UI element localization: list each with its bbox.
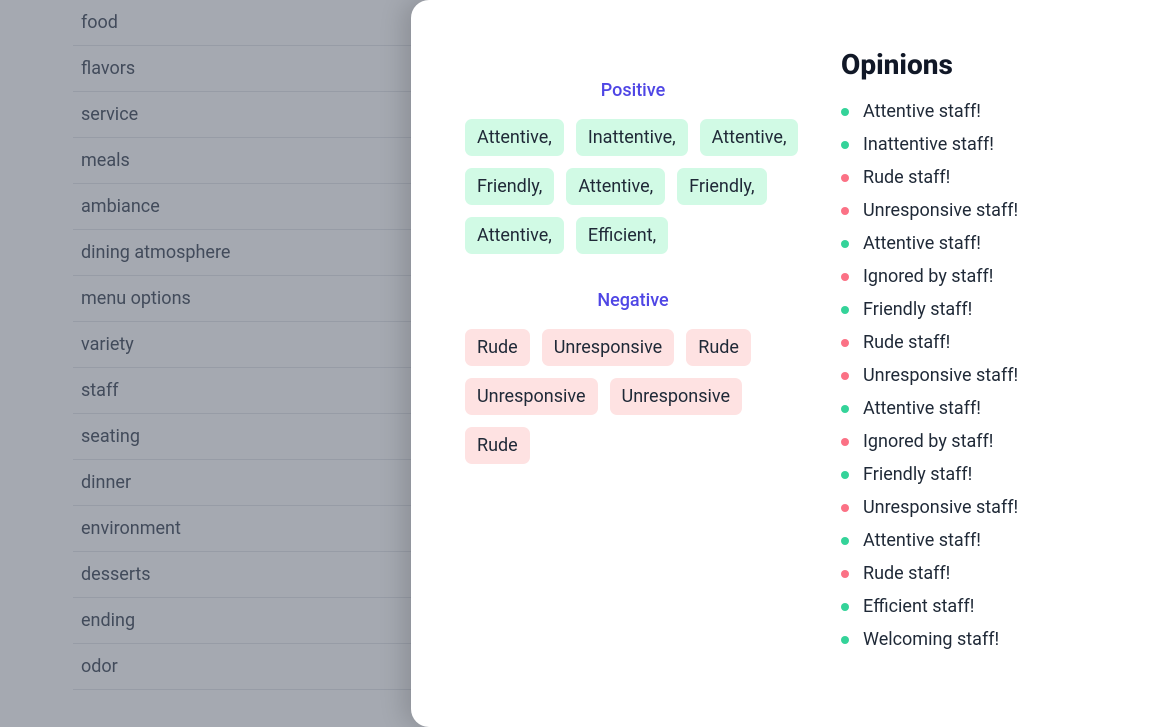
negative-dot-icon — [841, 372, 849, 380]
opinion-item[interactable]: Efficient staff! — [841, 596, 1121, 617]
opinion-item[interactable]: Friendly staff! — [841, 299, 1121, 320]
negative-tag[interactable]: Rude — [465, 329, 530, 366]
negative-dot-icon — [841, 174, 849, 182]
positive-dot-icon — [841, 405, 849, 413]
opinions-title: Opinions — [841, 48, 1121, 81]
opinion-item[interactable]: Unresponsive staff! — [841, 497, 1121, 518]
opinion-text: Attentive staff! — [863, 233, 981, 254]
negative-dot-icon — [841, 339, 849, 347]
positive-dot-icon — [841, 306, 849, 314]
negative-tag[interactable]: Unresponsive — [465, 378, 598, 415]
negative-section-title: Negative — [465, 290, 801, 311]
positive-tag[interactable]: Attentive, — [700, 119, 799, 156]
negative-dot-icon — [841, 570, 849, 578]
opinion-text: Attentive staff! — [863, 398, 981, 419]
positive-dot-icon — [841, 471, 849, 479]
negative-dot-icon — [841, 207, 849, 215]
positive-dot-icon — [841, 636, 849, 644]
negative-tag[interactable]: Rude — [465, 427, 530, 464]
opinion-text: Efficient staff! — [863, 596, 974, 617]
opinion-text: Unresponsive staff! — [863, 365, 1018, 386]
opinion-text: Friendly staff! — [863, 299, 972, 320]
negative-dot-icon — [841, 438, 849, 446]
opinion-item[interactable]: Welcoming staff! — [841, 629, 1121, 650]
opinion-text: Rude staff! — [863, 332, 950, 353]
opinion-text: Welcoming staff! — [863, 629, 999, 650]
negative-tags: Rude Unresponsive Rude Unresponsive Unrespon… — [465, 329, 801, 464]
opinions-list: Attentive staff! Inattentive staff! Rude s… — [841, 101, 1121, 650]
positive-tag[interactable]: Attentive, — [465, 119, 564, 156]
opinion-text: Rude staff! — [863, 563, 950, 584]
opinion-item[interactable]: Unresponsive staff! — [841, 200, 1121, 221]
opinion-text: Inattentive staff! — [863, 134, 994, 155]
positive-dot-icon — [841, 537, 849, 545]
positive-tags: Attentive, Inattentive, Attentive, Friendly… — [465, 119, 801, 254]
opinion-item[interactable]: Rude staff! — [841, 167, 1121, 188]
opinion-item[interactable]: Attentive staff! — [841, 530, 1121, 551]
positive-dot-icon — [841, 240, 849, 248]
positive-tag[interactable]: Efficient, — [576, 217, 668, 254]
opinion-text: Unresponsive staff! — [863, 200, 1018, 221]
opinion-text: Unresponsive staff! — [863, 497, 1018, 518]
detail-panel: Positive Attentive,Inattentive,Attentive… — [411, 0, 1169, 727]
opinion-item[interactable]: Attentive staff! — [841, 101, 1121, 122]
tags-area: Positive Attentive,Inattentive,Attentive… — [465, 32, 801, 695]
opinion-item[interactable]: Rude staff! — [841, 332, 1121, 353]
positive-section-title: Positive — [465, 80, 801, 101]
opinion-item[interactable]: Friendly staff! — [841, 464, 1121, 485]
positive-dot-icon — [841, 108, 849, 116]
negative-tag[interactable]: Rude — [686, 329, 751, 366]
positive-tag[interactable]: Friendly, — [677, 168, 766, 205]
opinion-item[interactable]: Rude staff! — [841, 563, 1121, 584]
opinion-text: Attentive staff! — [863, 101, 981, 122]
positive-tag[interactable]: Attentive, — [566, 168, 665, 205]
positive-tag[interactable]: Attentive, — [465, 217, 564, 254]
positive-tag[interactable]: Friendly, — [465, 168, 554, 205]
opinion-item[interactable]: Ignored by staff! — [841, 431, 1121, 452]
negative-dot-icon — [841, 273, 849, 281]
opinion-item[interactable]: Inattentive staff! — [841, 134, 1121, 155]
opinion-text: Ignored by staff! — [863, 266, 993, 287]
opinion-text: Attentive staff! — [863, 530, 981, 551]
opinions-area: Opinions Attentive staff! Inattentive sta… — [841, 32, 1121, 695]
opinion-text: Rude staff! — [863, 167, 950, 188]
negative-dot-icon — [841, 504, 849, 512]
opinion-item[interactable]: Attentive staff! — [841, 233, 1121, 254]
opinion-text: Ignored by staff! — [863, 431, 993, 452]
positive-dot-icon — [841, 141, 849, 149]
opinion-item[interactable]: Unresponsive staff! — [841, 365, 1121, 386]
positive-tag[interactable]: Inattentive, — [576, 119, 688, 156]
negative-tag[interactable]: Unresponsive — [610, 378, 743, 415]
negative-tag[interactable]: Unresponsive — [542, 329, 675, 366]
positive-dot-icon — [841, 603, 849, 611]
opinion-item[interactable]: Attentive staff! — [841, 398, 1121, 419]
opinion-item[interactable]: Ignored by staff! — [841, 266, 1121, 287]
opinion-text: Friendly staff! — [863, 464, 972, 485]
